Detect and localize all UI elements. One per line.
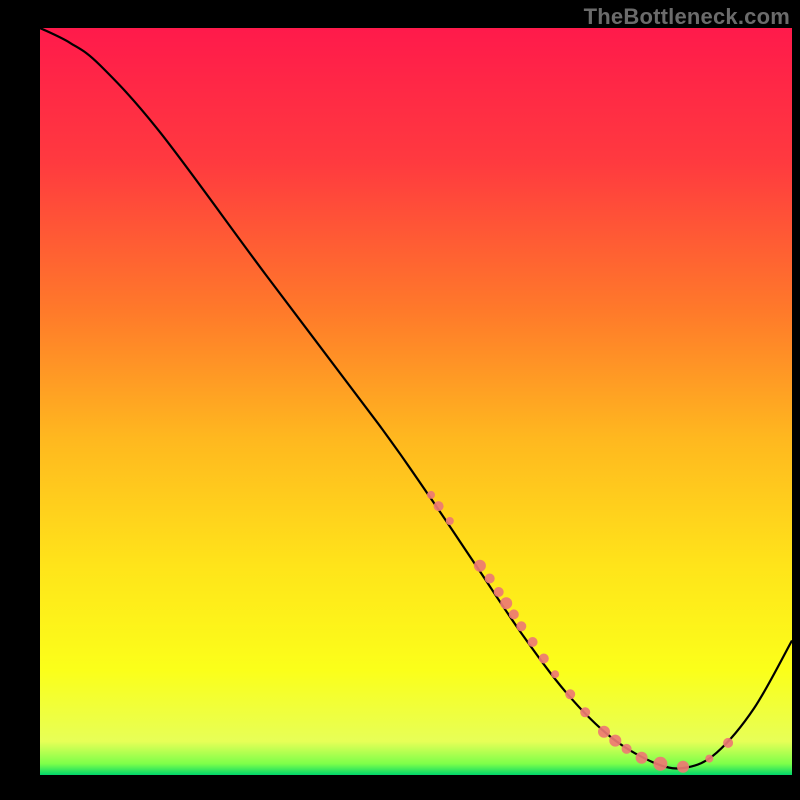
app-frame: TheBottleneck.com — [0, 0, 800, 800]
data-dot — [677, 761, 689, 773]
data-dot — [427, 491, 435, 499]
watermark-text: TheBottleneck.com — [584, 4, 790, 30]
bottleneck-chart — [0, 0, 800, 800]
data-dot — [565, 689, 575, 699]
data-dot — [446, 517, 454, 525]
data-dot — [485, 574, 495, 584]
plot-background — [40, 28, 792, 775]
data-dot — [494, 587, 504, 597]
data-dot — [580, 707, 590, 717]
data-dot — [705, 755, 713, 763]
data-dot — [598, 726, 610, 738]
data-dot — [551, 670, 559, 678]
data-dot — [539, 654, 549, 664]
data-dot — [516, 621, 526, 631]
data-dot — [636, 752, 648, 764]
data-dot — [509, 609, 519, 619]
data-dot — [434, 501, 444, 511]
data-dot — [653, 757, 667, 771]
data-dot — [528, 637, 538, 647]
data-dot — [622, 744, 632, 754]
data-dot — [723, 738, 733, 748]
data-dot — [609, 735, 621, 747]
data-dot — [500, 597, 512, 609]
data-dot — [474, 560, 486, 572]
